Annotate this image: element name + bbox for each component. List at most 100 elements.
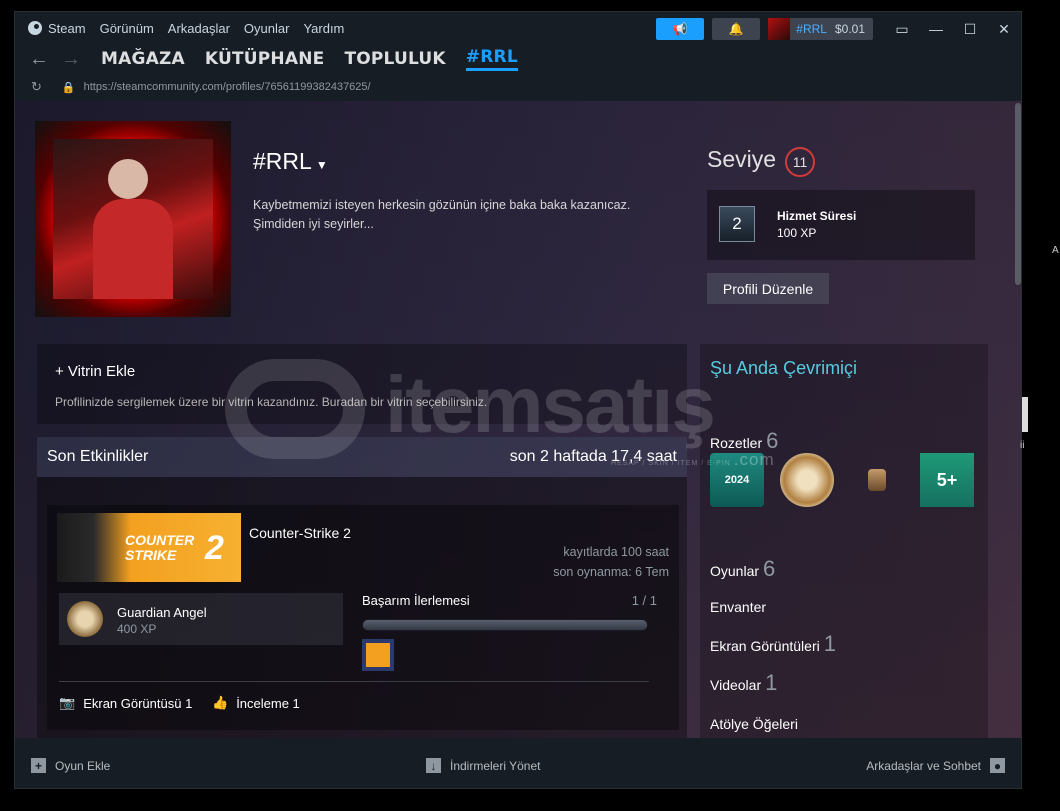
friends-chat-button[interactable]: Arkadaşlar ve Sohbet ● (866, 758, 1005, 773)
profile-content: #RRL ▼ Kaybetmemizi isteyen herkesin gözü… (15, 101, 1021, 738)
recent-activity-body: COUNTER STRIKE 2 Counter-Strike 2 kayıtl… (37, 477, 687, 738)
maximize-icon: ☐ (963, 20, 977, 37)
years-5-badge-icon[interactable]: 5+ (920, 453, 974, 507)
badges-label: Rozetler (710, 435, 763, 451)
achievement-thumb-icon[interactable] (362, 639, 394, 671)
edit-profile-button[interactable]: Profili Düzenle (707, 273, 829, 304)
trophy-badge-icon[interactable] (850, 453, 904, 507)
videos-link[interactable]: Videolar 1 (710, 670, 777, 696)
achievement-icon (67, 601, 103, 637)
profile-name[interactable]: #RRL ▼ (253, 148, 328, 175)
outside-text-a: A (1052, 245, 1059, 256)
account-name: #RRL (796, 22, 827, 36)
nav-library[interactable]: KÜTÜPHANE (205, 49, 325, 69)
bottom-bar: + Oyun Ekle ↓ İndirmeleri Yönet Arkadaşl… (15, 738, 1021, 788)
level-badge: 11 (785, 147, 815, 177)
steam-window: Steam Görünüm Arkadaşlar Oyunlar Yardım … (14, 11, 1022, 789)
account-menu[interactable]: #RRL $0.01 (768, 18, 873, 40)
profile-summary: Kaybetmemizi isteyen herkesin gözünün iç… (253, 198, 631, 231)
bell-icon: 🔔 (728, 22, 744, 36)
games-label: Oyunlar (710, 563, 760, 579)
megaphone-icon: 📢 (672, 22, 688, 36)
watermark-logo-icon (225, 359, 365, 459)
minimize-icon: — (929, 21, 943, 37)
recent-activity-title: Son Etkinlikler (47, 448, 149, 465)
screenshots-link[interactable]: Ekran Görüntüleri 1 (710, 631, 836, 657)
watermark-sub: HESAP / SKIN / ITEM / E-PIN .com (611, 450, 775, 470)
game-name[interactable]: Counter-Strike 2 (249, 525, 351, 541)
games-count: 6 (763, 556, 776, 581)
maximize-button[interactable]: ☐ (953, 18, 987, 40)
avatar (768, 18, 791, 40)
videos-count: 1 (765, 670, 778, 695)
showcase-title: + Vitrin Ekle (55, 363, 136, 380)
screenshot-link[interactable]: 📷 Ekran Görüntüsü 1 (59, 695, 192, 711)
videos-label: Videolar (710, 677, 762, 693)
game-last-played: son oynanma: 6 Tem (553, 565, 669, 579)
top-right-controls: 📢 🔔 #RRL $0.01 ▭ — ☐ ✕ (656, 18, 1021, 40)
announcements-button[interactable]: 📢 (656, 18, 705, 40)
review-label: İnceleme 1 (236, 695, 300, 711)
monitor-icon: ▭ (895, 20, 909, 37)
nav-community[interactable]: TOPLULUK (344, 49, 445, 69)
thumbs-up-icon: 👍 (212, 695, 229, 710)
achievement-progress-label[interactable]: Başarım İlerlemesi (362, 593, 470, 608)
notifications-button[interactable]: 🔔 (712, 18, 761, 40)
nav-profile[interactable]: #RRL (465, 47, 518, 71)
add-game-label: Oyun Ekle (55, 758, 111, 773)
achievement-card[interactable]: Guardian Angel 400 XP (59, 593, 343, 645)
outside-fragment (1022, 397, 1028, 432)
close-button[interactable]: ✕ (987, 18, 1021, 40)
guardian-badge-icon[interactable] (780, 453, 834, 507)
lock-icon: 🔒 (61, 81, 76, 94)
menu-help[interactable]: Yardım (303, 21, 344, 36)
add-game-button[interactable]: + Oyun Ekle (31, 758, 110, 773)
steam-menu[interactable]: Steam (28, 21, 86, 36)
watermark-sub-text: HESAP / SKIN / ITEM / E-PIN (611, 460, 731, 467)
review-link[interactable]: 👍 İnceleme 1 (212, 695, 300, 711)
back-arrow-icon[interactable]: ← (29, 48, 49, 71)
forward-arrow-icon[interactable]: → (61, 48, 81, 71)
right-column: Şu Anda Çevrimiçi Rozetler 6 2024 5+ Oyun… (700, 344, 988, 738)
capsule-num: 2 (205, 529, 224, 567)
nav-row: ← → MAĞAZA KÜTÜPHANE TOPLULUK #RRL (15, 44, 1021, 74)
game-capsule[interactable]: COUNTER STRIKE 2 (57, 513, 241, 582)
plus-icon: + (31, 758, 46, 773)
steam-menu-label: Steam (48, 20, 86, 36)
minimize-button[interactable]: — (919, 18, 953, 40)
manage-downloads-button[interactable]: ↓ İndirmeleri Yönet (426, 758, 541, 773)
badge-xp: 100 XP (777, 226, 817, 240)
achievement-progress-bar (362, 619, 648, 631)
achievement-xp: 400 XP (117, 622, 157, 636)
game-total-hours: kayıtlarda 100 saat (563, 545, 669, 559)
big-picture-button[interactable]: ▭ (885, 18, 919, 40)
progress-fill (363, 620, 647, 630)
menu-friends[interactable]: Arkadaşlar (168, 21, 230, 36)
wallet-balance: $0.01 (834, 22, 865, 36)
achievement-progress-count: 1 / 1 (631, 593, 657, 608)
badge-title: Hizmet Süresi (777, 209, 857, 223)
achievement-name: Guardian Angel (117, 605, 207, 620)
manage-downloads-label: İndirmeleri Yönet (450, 758, 541, 773)
watermark-com: .com (733, 450, 775, 469)
menu-view[interactable]: Görünüm (100, 21, 154, 36)
reload-icon[interactable]: ↻ (31, 79, 42, 95)
badge-year: 2024 (724, 474, 750, 486)
url-text[interactable]: https://steamcommunity.com/profiles/7656… (84, 81, 371, 93)
inventory-link[interactable]: Envanter (710, 599, 766, 615)
profile-name-text: #RRL (253, 148, 312, 174)
scrollbar[interactable] (1015, 103, 1021, 285)
outside-text-i: ii (1020, 440, 1025, 451)
featured-badge[interactable]: 2 Hizmet Süresi 100 XP (707, 190, 975, 260)
friends-chat-label: Arkadaşlar ve Sohbet (866, 758, 981, 773)
screenshots-count: 1 (823, 631, 836, 656)
level-label: Seviye (707, 146, 777, 172)
workshop-link[interactable]: Atölye Öğeleri (710, 716, 798, 732)
divider (59, 681, 649, 682)
badge-5-label: 5+ (936, 469, 958, 490)
game-entry: COUNTER STRIKE 2 Counter-Strike 2 kayıtl… (47, 505, 679, 730)
nav-store[interactable]: MAĞAZA (101, 49, 185, 69)
watermark-text: itemsatış (385, 360, 716, 449)
menu-games[interactable]: Oyunlar (244, 21, 290, 36)
games-link[interactable]: Oyunlar 6 (710, 556, 775, 582)
